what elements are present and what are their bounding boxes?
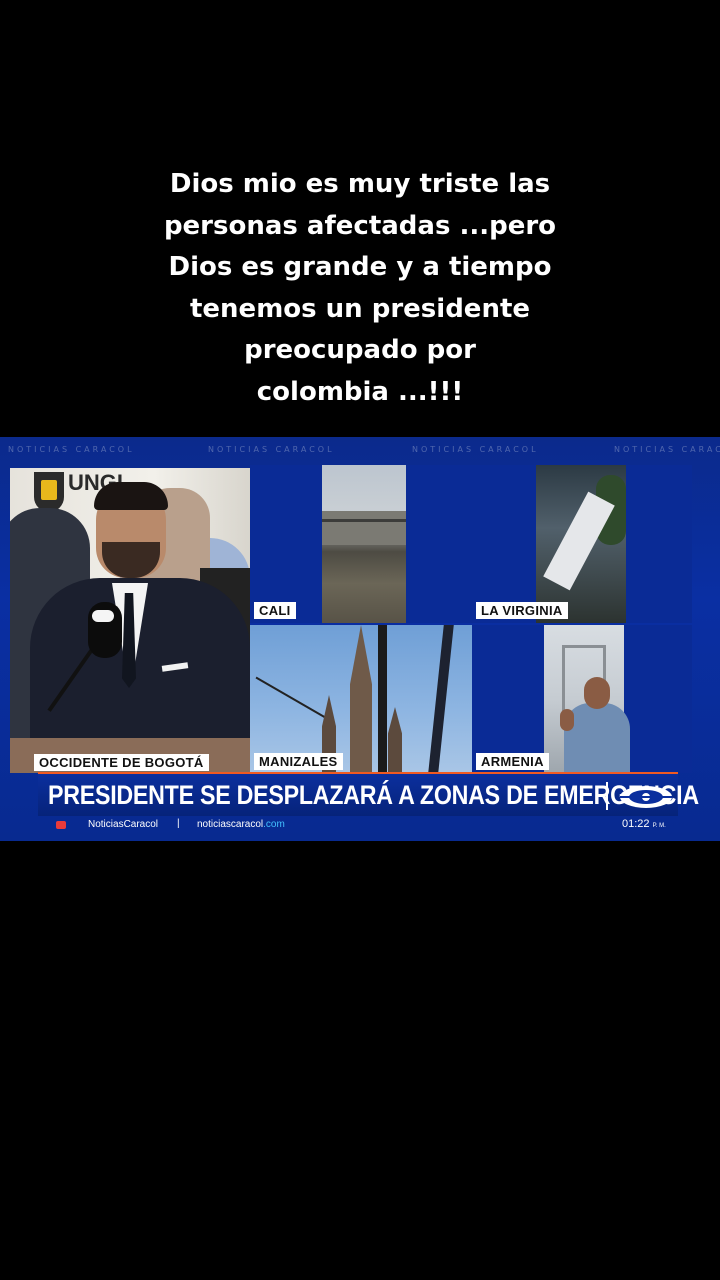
location-label-virginia: LA VIRGINIA [476,602,568,619]
caracol-logo-icon [620,786,672,808]
play-icon [56,821,66,829]
headline-text: PRESIDENTE SE DESPLAZARÁ A ZONAS DE EMER… [48,780,699,810]
broadcast-clock: 01:22 P. M. [622,818,666,830]
website-url: noticiascaracol.com [197,819,285,830]
watermark-text: NOTICIAS CARACOL [8,445,135,454]
sign-language-interpreter [564,703,630,773]
caption-line: preocupado por [244,335,476,365]
university-logo-icon [34,472,64,512]
social-handle: NoticiasCaracol [88,819,159,830]
clock-suffix: P. M. [652,823,666,829]
watermark-strip: NOTICIAS CARACOL NOTICIAS CARACOL NOTICI… [0,443,720,457]
location-label-armenia: ARMENIA [476,753,549,770]
website-tld: .com [263,819,285,830]
website-name: noticiascaracol [197,819,264,830]
location-label-manizales: MANIZALES [254,753,343,770]
headline-bar: PRESIDENTE SE DESPLAZARÁ A ZONAS DE EMER… [38,772,699,816]
cali-video-panel: CALI [250,465,472,623]
ticker-separator: | [177,818,180,829]
caption-line: tenemos un presidente [189,293,531,324]
clock-time: 01:22 [622,818,650,830]
caption-line: colombia ...!!! [256,376,464,407]
watermark-text: NOTICIAS CARACOL [614,445,720,454]
location-label-bogota: OCCIDENTE DE BOGOTÁ [34,754,209,771]
caption-line: Dios mio es muy triste las [169,169,551,199]
virginia-video-panel: LA VIRGINIA [472,465,692,623]
caption-line: personas afectadas ...pero [163,210,557,241]
manizales-video-panel: MANIZALES [250,625,472,773]
location-label-cali: CALI [254,602,296,619]
main-video-panel: UNGI OCCIDENTE DE BOGOTÁ [10,468,250,773]
armenia-video-panel: ARMENIA [472,625,692,773]
divider [606,782,608,810]
video-frame[interactable]: NOTICIAS CARACOL NOTICIAS CARACOL NOTICI… [0,437,720,841]
watermark-text: NOTICIAS CARACOL [208,445,335,454]
watermark-text: NOTICIAS CARACOL [412,445,539,454]
ticker-bar: NoticiasCaracol | noticiascaracol.com 01… [0,815,720,837]
caption-text: Dios mio es muy triste las personas afec… [110,164,610,413]
caption-line: Dios es grande y a tiempo [168,252,552,282]
